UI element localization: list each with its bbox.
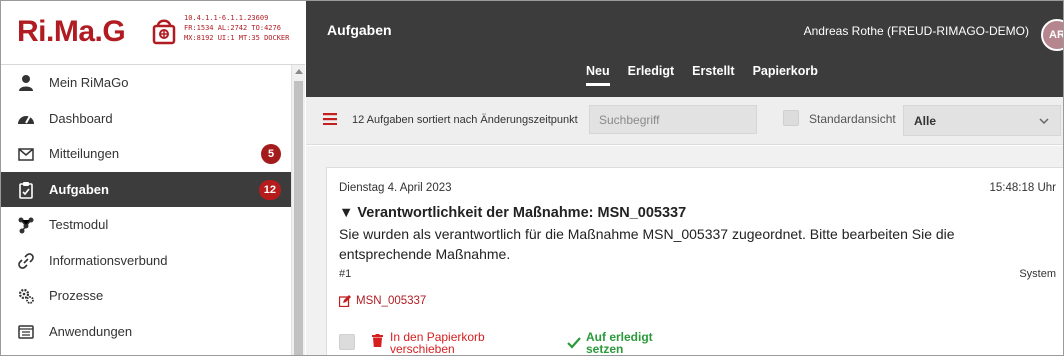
sort-info: 12 Aufgaben sortiert nach Änderungszeitp… [352,114,578,126]
message-count-badge: 5 [261,144,281,164]
standard-view-label: Standardansicht [809,112,896,126]
task-select-checkbox[interactable] [339,334,355,350]
sidebar-item-mein-rimago[interactable]: Mein RiMaGo [1,65,291,101]
edit-icon [339,295,351,307]
tab-neu[interactable]: Neu [586,64,610,86]
sidebar-item-informationsverbund[interactable]: Informationsverbund [1,243,291,279]
task-list: Dienstag 4. April 2023 15:48:18 Uhr ▼ Ve… [306,146,1063,355]
envelope-icon [18,148,34,161]
task-tabs: Neu Erledigt Erstellt Papierkorb [586,64,818,86]
gears-icon [18,288,34,304]
sidebar-item-label: Mitteilungen [49,146,120,162]
task-title[interactable]: ▼ Verantwortlichkeit der Maßnahme: MSN_0… [339,205,686,221]
measure-link[interactable]: MSN_005337 [339,295,426,307]
done-label-line2: setzen [586,342,624,356]
menu-icon[interactable] [323,113,337,125]
top-header: Aufgaben Andreas Rothe (FREUD-RIMAGO-DEM… [306,1,1063,97]
link-icon [18,252,34,269]
sidebar-item-testmodul[interactable]: Testmodul [1,207,291,243]
search-input[interactable] [589,105,757,134]
task-date: Dienstag 4. April 2023 [339,182,452,194]
sidebar-item-label: Mein RiMaGo [49,75,129,91]
avatar[interactable]: AR [1041,19,1063,51]
system-info: 10.4.1.1-6.1.1.23609 FR:1534 AL:2742 TO:… [184,14,290,42]
task-count-badge: 12 [258,179,281,200]
checkmark-icon [567,337,581,349]
scroll-up-arrow-icon[interactable] [295,69,303,74]
measure-link-label: MSN_005337 [356,295,427,307]
app-logo[interactable]: Ri.Ma.G [17,15,126,49]
trash-icon [372,334,383,347]
filter-value: Alle [914,114,937,128]
task-time: 15:48:18 Uhr [989,182,1057,194]
sidebar-nav: Mein RiMaGo Dashboard Mitteilungen 5 Auf… [1,65,291,349]
clipboard-check-icon [19,181,33,199]
sidebar-item-label: Prozesse [49,288,104,304]
sidebar-item-mitteilungen[interactable]: Mitteilungen 5 [1,136,291,172]
sidebar-item-label: Informationsverbund [49,252,168,268]
user-icon [19,75,33,91]
app-frame: Ri.Ma.G 10.4.1.1-6.1.1.23609 FR:1534 AL:… [0,0,1064,356]
logo-bag-icon [152,19,176,45]
user-name[interactable]: Andreas Rothe (FREUD-RIMAGO-DEMO) [804,24,1029,38]
sidebar-item-aufgaben[interactable]: Aufgaben 12 [1,171,291,207]
tab-erledigt[interactable]: Erledigt [628,64,675,86]
logo-area: Ri.Ma.G 10.4.1.1-6.1.1.23609 FR:1534 AL:… [1,1,305,65]
task-number: #1 [339,268,352,280]
chevron-down-icon [1039,118,1049,125]
mark-done-button[interactable]: Auf erledigt setzen [567,331,653,355]
sidebar-item-label: Dashboard [49,110,113,126]
task-toolbar: 12 Aufgaben sortiert nach Änderungszeitp… [306,97,1063,145]
network-icon [18,217,34,234]
page-title: Aufgaben [327,22,392,38]
trash-label-line2: verschieben [390,342,455,356]
task-source: System [1019,268,1056,280]
tab-papierkorb[interactable]: Papierkorb [753,64,818,86]
standard-view-checkbox[interactable] [783,110,799,126]
task-card: Dienstag 4. April 2023 15:48:18 Uhr ▼ Ve… [326,167,1063,355]
sidebar-item-label: Testmodul [49,217,109,233]
task-body: Sie wurden als verantwortlich für die Ma… [339,226,955,262]
sidebar-item-label: Anwendungen [49,323,133,339]
sidebar-item-dashboard[interactable]: Dashboard [1,101,291,137]
scroll-thumb[interactable] [294,81,303,355]
sidebar-item-anwendungen[interactable]: Anwendungen [1,314,291,350]
sidebar-item-prozesse[interactable]: Prozesse [1,278,291,314]
window-list-icon [18,324,34,339]
move-to-trash-button[interactable]: In den Papierkorb verschieben [372,331,485,355]
tab-erstellt[interactable]: Erstellt [692,64,734,86]
gauge-icon [18,115,34,124]
sidebar-item-label: Aufgaben [49,181,109,197]
sidebar: Ri.Ma.G 10.4.1.1-6.1.1.23609 FR:1534 AL:… [1,1,305,355]
filter-select[interactable]: Alle [903,105,1061,136]
sidebar-scrollbar[interactable] [291,65,305,355]
